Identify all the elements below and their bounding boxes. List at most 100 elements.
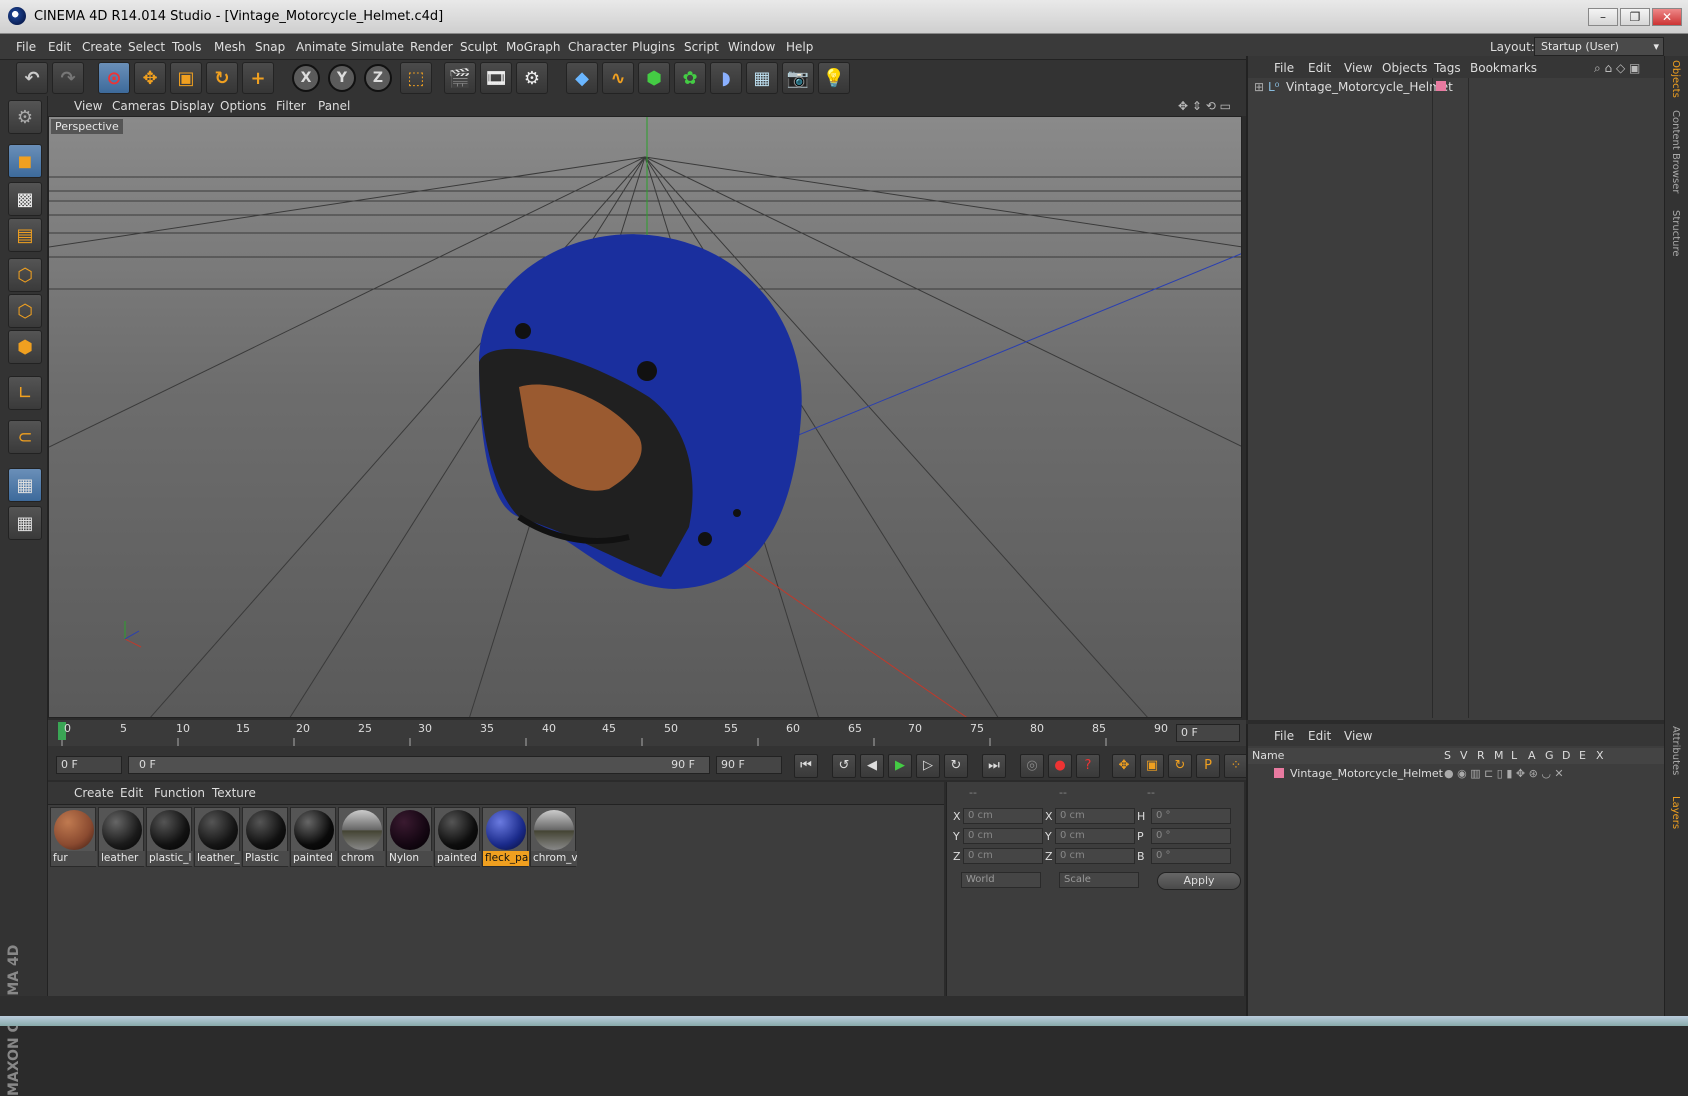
coord-field[interactable]: 0 ° <box>1151 808 1231 824</box>
layer-toggle-icons[interactable]: ● ◉ ▥ ⊏ ▯ ▮ ✥ ⊛ ◡ ✕ <box>1444 767 1564 780</box>
coord-field[interactable]: 0 cm <box>963 808 1043 824</box>
obj-menu-edit[interactable]: Edit <box>1308 61 1331 75</box>
menu-file[interactable]: File <box>16 40 36 54</box>
edges-mode-icon[interactable]: ⬡ <box>8 294 42 328</box>
material-swatch[interactable]: fur <box>50 807 97 867</box>
coord-scale-dropdown[interactable]: Scale <box>1059 872 1139 888</box>
render-view-icon[interactable]: 🎬 <box>444 62 476 94</box>
obj-menu-bookmarks[interactable]: Bookmarks <box>1470 61 1537 75</box>
object-name[interactable]: Vintage_Motorcycle_Helmet <box>1286 80 1453 94</box>
prev-key-icon[interactable]: ↺ <box>832 754 856 778</box>
menu-select[interactable]: Select <box>128 40 165 54</box>
rotate-icon[interactable]: ↻ <box>206 62 238 94</box>
model-mode-icon[interactable]: ◼ <box>8 144 42 178</box>
workplane-icon[interactable]: ▤ <box>8 218 42 252</box>
vp-menu-view[interactable]: View <box>74 99 102 113</box>
current-frame-field[interactable]: 0 F <box>1176 724 1240 742</box>
viewport-camera-label[interactable]: Perspective <box>51 119 123 134</box>
polygons-mode-icon[interactable]: ⬢ <box>8 330 42 364</box>
scale-icon[interactable]: ▣ <box>170 62 202 94</box>
spline-icon[interactable]: ∿ <box>602 62 634 94</box>
render-picture-viewer-icon[interactable]: 🎞 <box>480 62 512 94</box>
menu-simulate[interactable]: Simulate <box>351 40 404 54</box>
locked-workplane-icon[interactable]: ▦ <box>8 468 42 502</box>
tab-content-browser[interactable]: Content Browser <box>1670 110 1681 193</box>
layer-name[interactable]: Vintage_Motorcycle_Helmet <box>1290 767 1443 780</box>
expand-icon[interactable]: ⊞ <box>1254 80 1264 94</box>
menu-edit[interactable]: Edit <box>48 40 71 54</box>
menu-animate[interactable]: Animate <box>296 40 346 54</box>
menu-plugins[interactable]: Plugins <box>632 40 675 54</box>
material-swatch[interactable]: leather <box>98 807 145 867</box>
coord-field[interactable]: 0 cm <box>1055 808 1135 824</box>
texture-mode-icon[interactable]: ▩ <box>8 182 42 216</box>
redo-icon[interactable]: ↷ <box>52 62 84 94</box>
vp-menu-cameras[interactable]: Cameras <box>112 99 165 113</box>
material-swatch[interactable]: plastic_l <box>146 807 193 867</box>
axis-mode-icon[interactable]: ∟ <box>8 376 42 410</box>
menu-snap[interactable]: Snap <box>255 40 285 54</box>
tab-attributes[interactable]: Attributes <box>1670 726 1681 775</box>
keyframe-selection-icon[interactable]: ? <box>1076 754 1100 778</box>
mat-menu-create[interactable]: Create <box>74 786 114 800</box>
goto-end-icon[interactable]: ⏭ <box>982 754 1006 778</box>
cube-icon[interactable]: ◆ <box>566 62 598 94</box>
key-rotation-icon[interactable]: ↻ <box>1168 754 1192 778</box>
key-position-icon[interactable]: ✥ <box>1112 754 1136 778</box>
start-frame-field[interactable]: 0 F <box>56 756 122 774</box>
make-editable-icon[interactable]: ⚙ <box>8 100 42 134</box>
menu-mograph[interactable]: MoGraph <box>506 40 561 54</box>
mat-menu-edit[interactable]: Edit <box>120 786 143 800</box>
apply-button[interactable]: Apply <box>1157 872 1241 890</box>
obj-menu-objects[interactable]: Objects <box>1382 61 1427 75</box>
layer-row[interactable]: Vintage_Motorcycle_Helmet ● ◉ ▥ ⊏ ▯ ▮ ✥ … <box>1248 766 1666 782</box>
key-param-icon[interactable]: P <box>1196 754 1220 778</box>
layer-menu-edit[interactable]: Edit <box>1308 729 1331 743</box>
layer-color-swatch[interactable] <box>1274 768 1284 778</box>
layer-menu-view[interactable]: View <box>1344 729 1372 743</box>
vp-menu-panel[interactable]: Panel <box>318 99 350 113</box>
material-swatch[interactable]: Nylon <box>386 807 433 867</box>
menu-mesh[interactable]: Mesh <box>214 40 246 54</box>
coord-field[interactable]: 0 cm <box>963 828 1043 844</box>
end-frame-field[interactable]: 90 F <box>716 756 782 774</box>
material-swatch[interactable]: leather_ <box>194 807 241 867</box>
coord-field[interactable]: 0 cm <box>1055 828 1135 844</box>
add-object-icon[interactable]: + <box>242 62 274 94</box>
goto-start-icon[interactable]: ⏮ <box>794 754 818 778</box>
menu-sculpt[interactable]: Sculpt <box>460 40 497 54</box>
camera-icon[interactable]: 📷 <box>782 62 814 94</box>
mat-menu-texture[interactable]: Texture <box>212 786 256 800</box>
material-swatch[interactable]: painted <box>290 807 337 867</box>
close-button[interactable]: ✕ <box>1652 8 1682 26</box>
obj-menu-view[interactable]: View <box>1344 61 1372 75</box>
object-row[interactable]: ⊞ L⁰ Vintage_Motorcycle_Helmet <box>1248 78 1666 96</box>
mat-menu-function[interactable]: Function <box>154 786 205 800</box>
nurbs-icon[interactable]: ⬢ <box>638 62 670 94</box>
key-pla-icon[interactable]: ⁘ <box>1224 754 1248 778</box>
tab-objects[interactable]: Objects <box>1670 60 1681 98</box>
prev-frame-icon[interactable]: ◀ <box>860 754 884 778</box>
coord-field[interactable]: 0 ° <box>1151 848 1231 864</box>
deformer-icon[interactable]: ◗ <box>710 62 742 94</box>
render-settings-icon[interactable]: ⚙ <box>516 62 548 94</box>
coord-field[interactable]: 0 cm <box>963 848 1043 864</box>
menu-tools[interactable]: Tools <box>172 40 202 54</box>
live-selection-icon[interactable]: ⊙ <box>98 62 130 94</box>
vp-menu-options[interactable]: Options <box>220 99 266 113</box>
move-icon[interactable]: ✥ <box>134 62 166 94</box>
tab-structure[interactable]: Structure <box>1670 210 1681 257</box>
material-swatch[interactable]: painted <box>434 807 481 867</box>
menu-help[interactable]: Help <box>786 40 813 54</box>
layer-menu-file[interactable]: File <box>1274 729 1294 743</box>
layout-dropdown[interactable]: Startup (User) ▾ <box>1534 37 1664 56</box>
snap-magnet-icon[interactable]: ⊂ <box>8 420 42 454</box>
minimize-button[interactable]: – <box>1588 8 1618 26</box>
tab-layers[interactable]: Layers <box>1670 796 1681 829</box>
menu-character[interactable]: Character <box>568 40 627 54</box>
record-keys-icon[interactable]: ◎ <box>1020 754 1044 778</box>
vp-menu-display[interactable]: Display <box>170 99 214 113</box>
menu-window[interactable]: Window <box>728 40 775 54</box>
z-axis-icon[interactable]: Z <box>364 64 392 92</box>
points-mode-icon[interactable]: ⬡ <box>8 258 42 292</box>
